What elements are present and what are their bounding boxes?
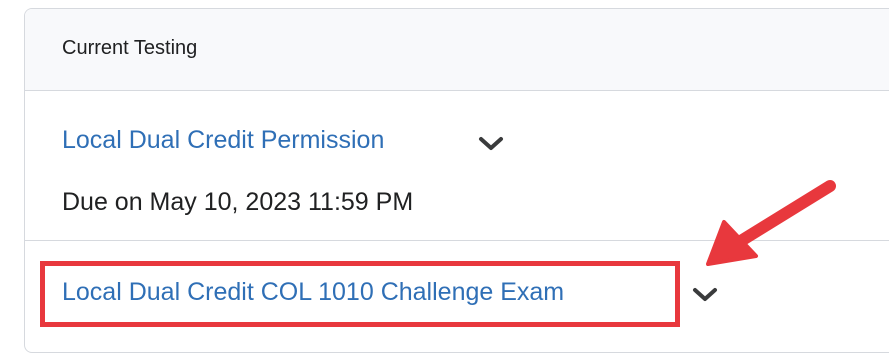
item-link-challenge-exam[interactable]: Local Dual Credit COL 1010 Challenge Exa…	[62, 278, 564, 307]
chevron-down-icon[interactable]	[477, 134, 505, 154]
due-date: Due on May 10, 2023 11:59 PM	[62, 188, 414, 216]
chevron-down-icon[interactable]	[691, 285, 719, 305]
panel-title: Current Testing	[62, 37, 198, 59]
item-link-dual-credit-permission[interactable]: Local Dual Credit Permission	[62, 126, 384, 155]
list-item: Local Dual Credit Permission Due on May …	[25, 91, 889, 241]
panel-header: Current Testing	[25, 9, 889, 91]
current-testing-panel: Current Testing Local Dual Credit Permis…	[24, 8, 889, 353]
